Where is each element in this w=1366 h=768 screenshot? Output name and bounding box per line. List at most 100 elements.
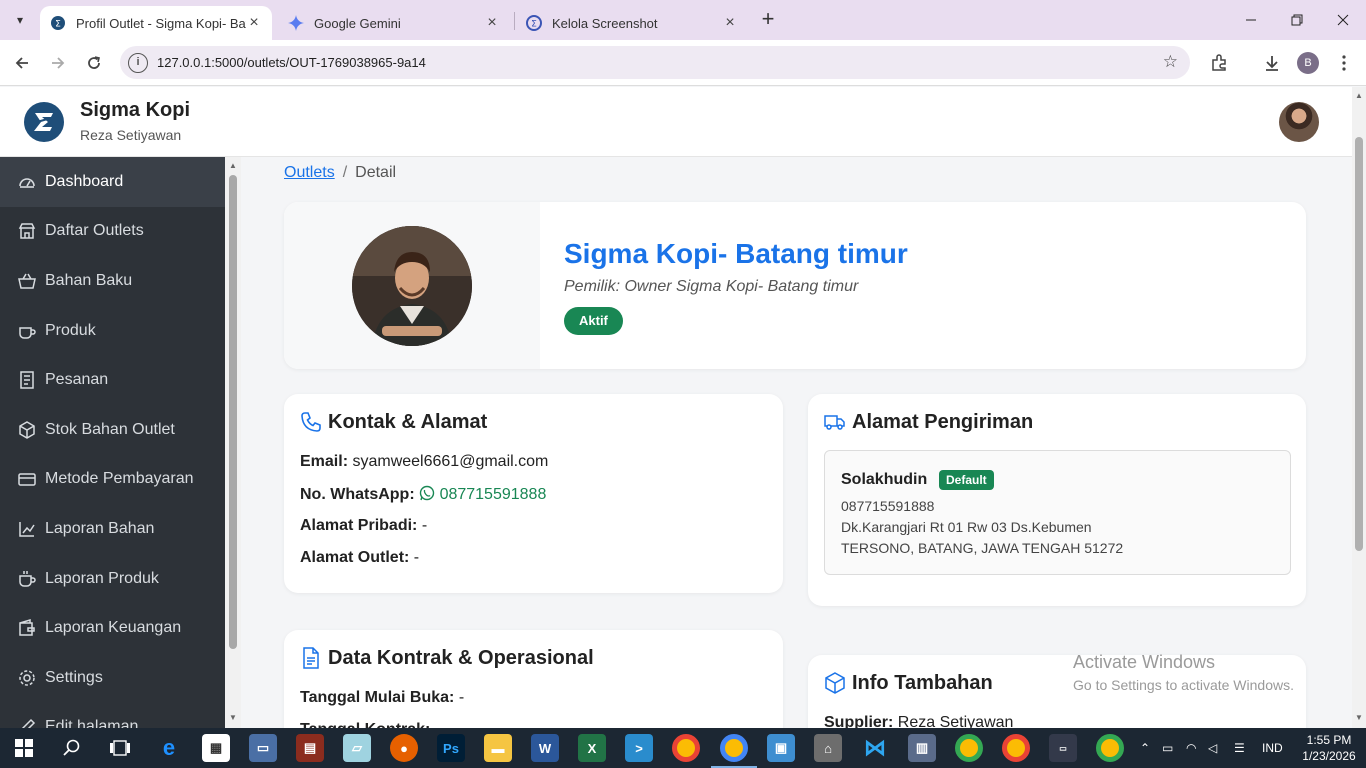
scroll-up-icon[interactable]: ▲ <box>1355 91 1363 100</box>
sidebar-scrollbar[interactable]: ▲ ▼ <box>225 157 241 728</box>
page-scrollbar-thumb[interactable] <box>1355 137 1363 551</box>
sidebar-item-label: Settings <box>45 668 103 686</box>
wifi-icon[interactable]: ◠ <box>1186 728 1196 768</box>
file-explorer-icon[interactable]: ▬ <box>484 734 512 762</box>
extensions-icon[interactable] <box>1206 50 1232 76</box>
task-view-icon[interactable] <box>106 734 134 762</box>
browser-profile-avatar[interactable]: B <box>1297 52 1319 74</box>
tab-kelola-screenshot[interactable]: Σ Kelola Screenshot × <box>516 6 748 40</box>
breadcrumb-separator: / <box>342 164 348 181</box>
contact-card-title: Kontak & Alamat <box>328 411 488 433</box>
address-bar[interactable]: i 127.0.0.1:5000/outlets/OUT-1769038965-… <box>120 46 1190 79</box>
chrome-icon[interactable] <box>1002 734 1030 762</box>
shipping-address-card: Alamat Pengiriman Solakhudin Default 087… <box>808 394 1306 606</box>
sidebar-item-label: Dashboard <box>45 172 124 190</box>
site-favicon-icon: Σ <box>526 15 542 31</box>
mysql-icon[interactable]: ▭ <box>1049 734 1077 762</box>
close-window-icon[interactable] <box>1320 0 1366 40</box>
input-language[interactable]: IND <box>1262 728 1283 768</box>
tab-profil-outlet[interactable]: Σ Profil Outlet - Sigma Kopi- Bata × <box>40 6 272 40</box>
notifications-icon[interactable]: ☰ <box>1234 728 1245 768</box>
breadcrumb-outlets-link[interactable]: Outlets <box>284 164 335 181</box>
volume-icon[interactable]: ◁ <box>1208 728 1217 768</box>
sidebar-item-laporan-bahan[interactable]: Laporan Bahan <box>0 504 225 554</box>
sidebar-item-dashboard[interactable]: Dashboard <box>0 157 225 207</box>
photoshop-icon[interactable]: Ps <box>437 734 465 762</box>
sidebar-item-metode-pembayaran[interactable]: Metode Pembayaran <box>0 455 225 505</box>
vscode-icon[interactable]: ⋈ <box>861 734 889 762</box>
sidebar-item-bahan-baku[interactable]: Bahan Baku <box>0 256 225 306</box>
word-icon[interactable]: W <box>531 734 559 762</box>
tray-expand-icon[interactable]: ⌃ <box>1140 728 1154 768</box>
remote-desktop-icon[interactable]: ▭ <box>249 734 277 762</box>
excel-icon[interactable]: X <box>578 734 606 762</box>
tab-google-gemini[interactable]: Google Gemini × <box>278 6 510 40</box>
sidebar-scrollbar-thumb[interactable] <box>229 175 237 649</box>
winrar-icon[interactable]: ▤ <box>296 734 324 762</box>
new-tab-icon[interactable]: + <box>756 8 780 32</box>
chrome-icon[interactable] <box>955 734 983 762</box>
start-icon[interactable] <box>10 734 38 762</box>
sidebar-item-laporan-keuangan[interactable]: Laporan Keuangan <box>0 603 225 653</box>
activation-watermark-subtitle: Go to Settings to activate Windows. <box>1073 677 1294 693</box>
chrome-icon[interactable] <box>672 734 700 762</box>
sidebar-item-pesanan[interactable]: Pesanan <box>0 355 225 405</box>
default-badge: Default <box>939 470 994 490</box>
minimize-icon[interactable] <box>1228 0 1274 40</box>
download-icon[interactable] <box>1259 50 1285 76</box>
tab-search-dropdown-icon[interactable]: ▾ <box>8 8 32 32</box>
network-app-icon[interactable]: ⌂ <box>814 734 842 762</box>
sidebar-item-edit-halaman[interactable]: Edit halaman <box>0 703 225 728</box>
system-clock[interactable]: 1:55 PM 1/23/2026 <box>1298 732 1360 764</box>
store-app-icon[interactable]: ▦ <box>202 734 230 762</box>
user-avatar[interactable] <box>1279 102 1319 142</box>
menu-kebab-icon[interactable] <box>1331 50 1357 76</box>
tab-close-icon[interactable]: × <box>722 15 738 31</box>
forward-icon[interactable] <box>45 50 71 76</box>
back-icon[interactable] <box>9 50 35 76</box>
battery-icon[interactable]: ▭ <box>1162 728 1173 768</box>
tab-close-icon[interactable]: × <box>484 15 500 31</box>
powershell-icon[interactable]: > <box>625 734 653 762</box>
chrome-icon[interactable] <box>1096 734 1124 762</box>
whatsapp-link[interactable]: 087715591888 <box>419 485 547 503</box>
page-scrollbar[interactable]: ▲ ▼ <box>1352 87 1366 728</box>
restore-icon[interactable] <box>1274 0 1320 40</box>
breadcrumb: Outlets / Detail <box>284 164 396 182</box>
scroll-up-icon[interactable]: ▲ <box>229 161 237 170</box>
chrome-profile-icon[interactable] <box>720 734 748 762</box>
sidebar-item-settings[interactable]: Settings <box>0 653 225 703</box>
outlet-photo-panel <box>284 202 540 369</box>
sidebar-item-stok-bahan-outlet[interactable]: Stok Bahan Outlet <box>0 405 225 455</box>
tab-close-icon[interactable]: × <box>246 15 262 31</box>
app-window-icon[interactable]: ▣ <box>767 734 795 762</box>
scroll-down-icon[interactable]: ▼ <box>1355 713 1363 722</box>
notes-app-icon[interactable]: ▱ <box>343 734 371 762</box>
whatsapp-number: 087715591888 <box>439 486 547 503</box>
phone-icon <box>300 411 322 433</box>
site-info-icon[interactable]: i <box>128 53 148 73</box>
sidebar-item-produk[interactable]: Produk <box>0 306 225 356</box>
sidebar-item-label: Metode Pembayaran <box>45 470 194 488</box>
document-icon <box>300 647 322 669</box>
url-text[interactable]: 127.0.0.1:5000/outlets/OUT-1769038965-9a… <box>157 55 426 70</box>
address-line-2: TERSONO, BATANG, JAWA TENGAH 51272 <box>841 540 1124 556</box>
outlet-name: Sigma Kopi- Batang timur <box>564 238 908 269</box>
sidebar-item-label: Bahan Baku <box>45 271 133 289</box>
xampp-icon[interactable]: ▥ <box>908 734 936 762</box>
outlet-owner: Pemilik: Owner Sigma Kopi- Batang timur <box>564 278 859 295</box>
reload-icon[interactable] <box>81 50 107 76</box>
site-favicon-icon: Σ <box>50 15 66 31</box>
outlet-profile-card: Sigma Kopi- Batang timur Pemilik: Owner … <box>284 202 1306 369</box>
sidebar-item-daftar-outlets[interactable]: Daftar Outlets <box>0 207 225 257</box>
edge-icon[interactable]: e <box>155 734 183 762</box>
recipient-phone: 087715591888 <box>841 498 935 514</box>
recipient-name: Solakhudin <box>841 471 928 488</box>
alamat-outlet-row: Alamat Outlet: - <box>300 549 419 567</box>
search-icon[interactable] <box>58 734 86 762</box>
scroll-down-icon[interactable]: ▼ <box>229 713 237 722</box>
whatsapp-icon <box>419 485 435 501</box>
sidebar-item-laporan-produk[interactable]: Laporan Produk <box>0 554 225 604</box>
bookmark-star-icon[interactable]: ☆ <box>1163 52 1178 72</box>
firefox-icon[interactable]: ● <box>390 734 418 762</box>
